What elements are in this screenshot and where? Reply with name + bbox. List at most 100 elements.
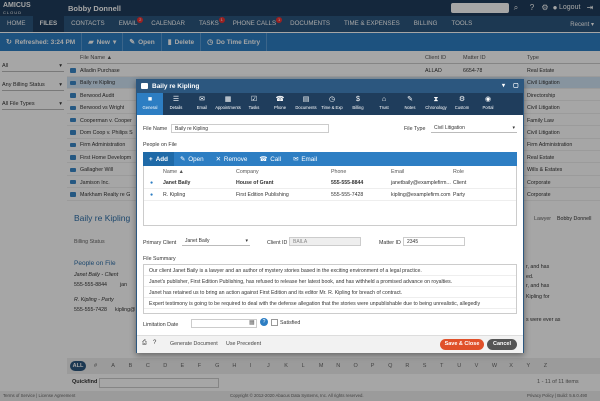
save-close-button[interactable]: Save & Close — [440, 339, 484, 350]
summary-paragraph: Expert testimony is going to be required… — [144, 298, 516, 309]
person-role: Client — [453, 180, 467, 186]
tab-billing[interactable]: $ Billing — [345, 93, 371, 115]
primary-client-select[interactable]: Janet Baily ▾ — [182, 237, 250, 246]
tab-icon: ⌂ — [381, 96, 387, 103]
tab-label: Billing — [352, 105, 364, 110]
col-role[interactable]: Role — [453, 169, 464, 175]
people-toolbar: + Add ✎ Open ✕ Remove ☎ Call ✉ Email — [143, 152, 517, 166]
col-company[interactable]: Company — [236, 169, 259, 175]
chevron-down-icon: ▾ — [245, 238, 248, 244]
tab-trust[interactable]: ⌂ Trust — [371, 93, 397, 115]
tab-notes[interactable]: ✎ Notes — [397, 93, 423, 115]
limitation-date-label: Limitation Date — [143, 322, 179, 328]
tab-icon: ▤ — [302, 96, 310, 103]
remove-person-button[interactable]: ✕ Remove — [210, 152, 254, 166]
people-on-file-label: People on File — [143, 142, 177, 148]
col-phone[interactable]: Phone — [331, 169, 346, 175]
summary-paragraph: Janet has retained us to bring an action… — [144, 287, 516, 298]
chevron-down-icon: ▾ — [512, 125, 515, 131]
maximize-icon[interactable]: ▢ — [513, 82, 519, 89]
tab-label: Details — [169, 105, 183, 110]
email-person-button[interactable]: ✉ Email — [287, 152, 323, 166]
file-dialog: Baily re Kipling ▾ ▢ ■ General ☰ Details ✉ Em… — [136, 79, 524, 353]
tab-label: Chronology — [425, 105, 447, 110]
tab-icon: ◉ — [484, 96, 492, 103]
tab-tasks[interactable]: ☑ Tasks — [241, 93, 267, 115]
tab-details[interactable]: ☰ Details — [163, 93, 189, 115]
minimize-icon[interactable]: ▾ — [502, 82, 505, 89]
person-row[interactable]: ● Janet Baily House of Grant 555-555-884… — [144, 177, 516, 189]
tab-label: Phone — [273, 105, 287, 110]
tab-chronology[interactable]: ⧗ Chronology — [423, 93, 449, 115]
tab-icon: ✉ — [199, 96, 205, 103]
primary-client-label: Primary Client — [143, 240, 177, 246]
summary-paragraph: Janet's publisher, First Edition Publish… — [144, 276, 516, 287]
add-label: Add — [155, 155, 168, 163]
tab-icon: $ — [356, 96, 360, 103]
tab-email[interactable]: ✉ Email — [189, 93, 215, 115]
tab-phone[interactable]: ☎ Phone — [267, 93, 293, 115]
dialog-footer: ⎙ ? Generate Document Use Precedent Save… — [137, 335, 523, 353]
person-role: Party — [453, 192, 466, 198]
person-phone: 555-555-7428 — [331, 192, 364, 198]
primary-client-value: Janet Baily — [185, 238, 210, 244]
person-company: First Edition Publishing — [236, 192, 289, 198]
tab-icon: ☑ — [250, 96, 258, 103]
tab-icon: ◷ — [328, 96, 336, 103]
person-email: kipling@examplefirm.com — [391, 192, 451, 198]
person-name: R. Kipling — [163, 192, 186, 198]
tab-icon: ☰ — [172, 96, 180, 103]
calendar-icon[interactable]: ▦ — [249, 319, 255, 326]
col-name[interactable]: Name ▲ — [163, 169, 184, 175]
tab-label: Appointments — [215, 105, 241, 110]
tab-icon: ⧗ — [433, 96, 439, 103]
tab-icon: ☎ — [275, 96, 285, 103]
tab-icon: ⚙ — [458, 96, 466, 103]
tab-icon: ▦ — [224, 96, 232, 103]
tab-label: Custom — [454, 105, 470, 110]
tab-label: Tasks — [248, 105, 260, 110]
add-person-button[interactable]: + Add — [143, 152, 174, 166]
help-icon[interactable]: ? — [260, 318, 268, 326]
call-person-button[interactable]: ☎ Call — [253, 152, 287, 166]
tab-portal[interactable]: ◉ Portal — [475, 93, 501, 115]
client-id-input[interactable]: BAILA — [289, 237, 361, 246]
folder-icon — [141, 83, 148, 89]
satisfied-checkbox[interactable] — [271, 319, 278, 326]
file-name-input[interactable]: Baily re Kipling — [171, 124, 329, 133]
help-icon[interactable]: ? — [153, 340, 156, 346]
tab-time-exp[interactable]: ◷ Time & Exp — [319, 93, 345, 115]
tab-icon: ■ — [147, 96, 153, 103]
tab-label: Notes — [404, 105, 416, 110]
email-label: Email — [301, 155, 318, 163]
people-table: Name ▲ Company Phone Email Role ● Janet … — [143, 166, 517, 226]
generate-document-link[interactable]: Generate Document — [170, 341, 218, 347]
col-email[interactable]: Email — [391, 169, 404, 175]
file-type-select[interactable]: Civil Litigation ▾ — [431, 124, 517, 133]
matter-id-input[interactable]: 2345 — [403, 237, 465, 246]
use-precedent-link[interactable]: Use Precedent — [226, 341, 261, 347]
tab-documents[interactable]: ▤ Documents — [293, 93, 319, 115]
dialog-tabs: ■ General ☰ Details ✉ Email ▦ Appointments ☑ Task… — [137, 93, 523, 115]
call-label: Call — [270, 155, 282, 163]
person-email: janetbaily@examplefirm... — [391, 180, 451, 186]
tab-custom[interactable]: ⚙ Custom — [449, 93, 475, 115]
file-type-value: Civil Litigation — [434, 125, 465, 131]
file-type-label: File Type — [404, 126, 426, 132]
plus-icon: + — [149, 155, 153, 163]
client-id-label: Client ID — [267, 240, 288, 246]
tab-label: Time & Exp — [321, 105, 343, 110]
summary-paragraph: Our client Janet Baily is a lawyer and a… — [144, 265, 516, 276]
tab-appointments[interactable]: ▦ Appointments — [215, 93, 241, 115]
tab-general[interactable]: ■ General — [137, 93, 163, 115]
dialog-title: Baily re Kipling — [152, 83, 200, 90]
open-person-button[interactable]: ✎ Open — [174, 152, 210, 166]
limitation-date-input[interactable] — [191, 319, 257, 328]
tab-label: Portal — [482, 105, 494, 110]
file-summary-textarea[interactable]: Our client Janet Baily is a lawyer and a… — [143, 264, 517, 314]
print-icon[interactable]: ⎙ — [142, 340, 147, 347]
phone-icon: ☎ — [259, 155, 268, 163]
open-icon: ✎ — [179, 155, 186, 163]
person-row[interactable]: ● R. Kipling First Edition Publishing 55… — [144, 189, 516, 201]
cancel-button[interactable]: Cancel — [487, 339, 517, 350]
